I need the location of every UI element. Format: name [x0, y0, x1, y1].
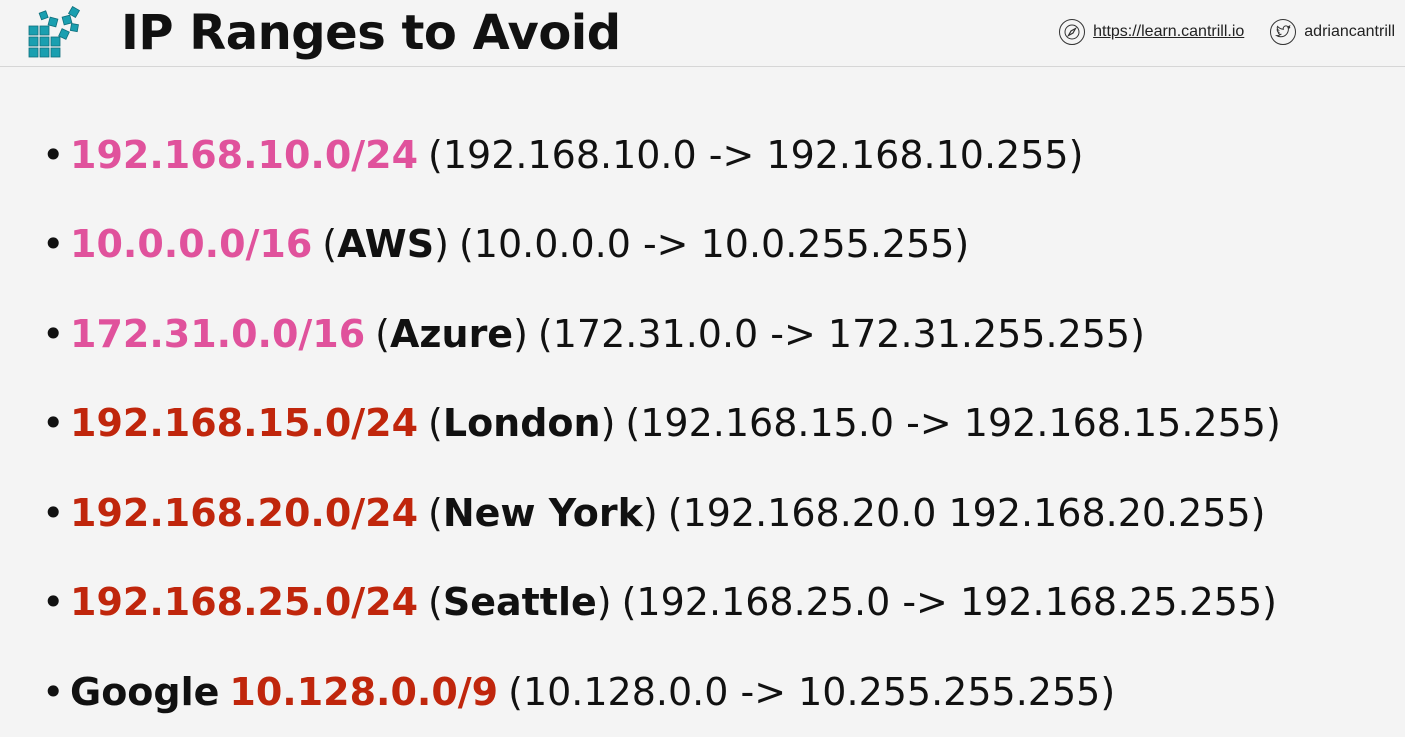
provider-name: Google [70, 669, 220, 714]
header-links: https://learn.cantrill.io adriancantrill [1033, 17, 1395, 47]
location-name: Seattle [442, 580, 597, 625]
list-item: • Google 10.128.0.0/9 (10.128.0.0 -> 10.… [42, 647, 1281, 737]
address-range: (10.128.0.0 -> 10.255.255.255) [508, 669, 1116, 714]
address-range: (192.168.20.0 192.168.20.255) [667, 490, 1266, 535]
bullet: • [42, 222, 65, 267]
list-item: • 192.168.10.0/24 (192.168.10.0 -> 192.1… [42, 110, 1281, 200]
twitter-handle[interactable]: adriancantrill [1304, 23, 1395, 41]
list-item: • 192.168.20.0/24 (New York) (192.168.20… [42, 490, 1266, 535]
address-range: (192.168.15.0 -> 192.168.15.255) [625, 401, 1281, 446]
list-item: • 192.168.15.0/24 (London) (192.168.15.0… [42, 401, 1281, 446]
cidr-block: 192.168.20.0/24 [70, 490, 419, 535]
cidr-block: 192.168.15.0/24 [70, 401, 419, 446]
ip-range-list: • 192.168.10.0/24 (192.168.10.0 -> 192.1… [42, 110, 1281, 737]
list-item: • 192.168.25.0/24 (Seattle) (192.168.25.… [42, 580, 1277, 625]
list-item: • 10.0.0.0/16 (AWS) (10.0.0.0 -> 10.0.25… [42, 222, 970, 267]
address-range: (172.31.0.0 -> 172.31.255.255) [537, 311, 1145, 356]
bullet: • [42, 669, 65, 714]
cidr-block: 192.168.10.0/24 [70, 132, 419, 177]
cidr-block: 192.168.25.0/24 [70, 580, 419, 625]
twitter-bird-icon [1270, 19, 1297, 45]
provider-name: AWS [337, 222, 435, 267]
website-link-group[interactable]: https://learn.cantrill.io [1059, 19, 1244, 45]
slide-header: IP Ranges to Avoid https://learn.cantril… [0, 0, 1405, 67]
bullet: • [42, 490, 65, 535]
bullet: • [42, 401, 65, 446]
provider-name: Azure [389, 311, 514, 356]
list-item: • 172.31.0.0/16 (Azure) (172.31.0.0 -> 1… [42, 311, 1145, 356]
cidr-block: 172.31.0.0/16 [70, 311, 366, 356]
address-range: (192.168.25.0 -> 192.168.25.255) [621, 580, 1277, 625]
address-range: (192.168.10.0 -> 192.168.10.255) [428, 132, 1084, 177]
bullet: • [42, 132, 65, 177]
website-link[interactable]: https://learn.cantrill.io [1093, 23, 1244, 41]
page-title: IP Ranges to Avoid [121, 5, 621, 61]
cantrill-logo-icon [28, 6, 81, 58]
location-name: London [442, 401, 601, 446]
compass-icon [1059, 19, 1086, 45]
cidr-block: 10.128.0.0/9 [229, 669, 499, 714]
bullet: • [42, 580, 65, 625]
twitter-link-group[interactable]: adriancantrill [1270, 19, 1395, 45]
location-name: New York [442, 490, 643, 535]
cidr-block: 10.0.0.0/16 [70, 222, 313, 267]
address-range: (10.0.0.0 -> 10.0.255.255) [458, 222, 970, 267]
bullet: • [42, 311, 65, 356]
